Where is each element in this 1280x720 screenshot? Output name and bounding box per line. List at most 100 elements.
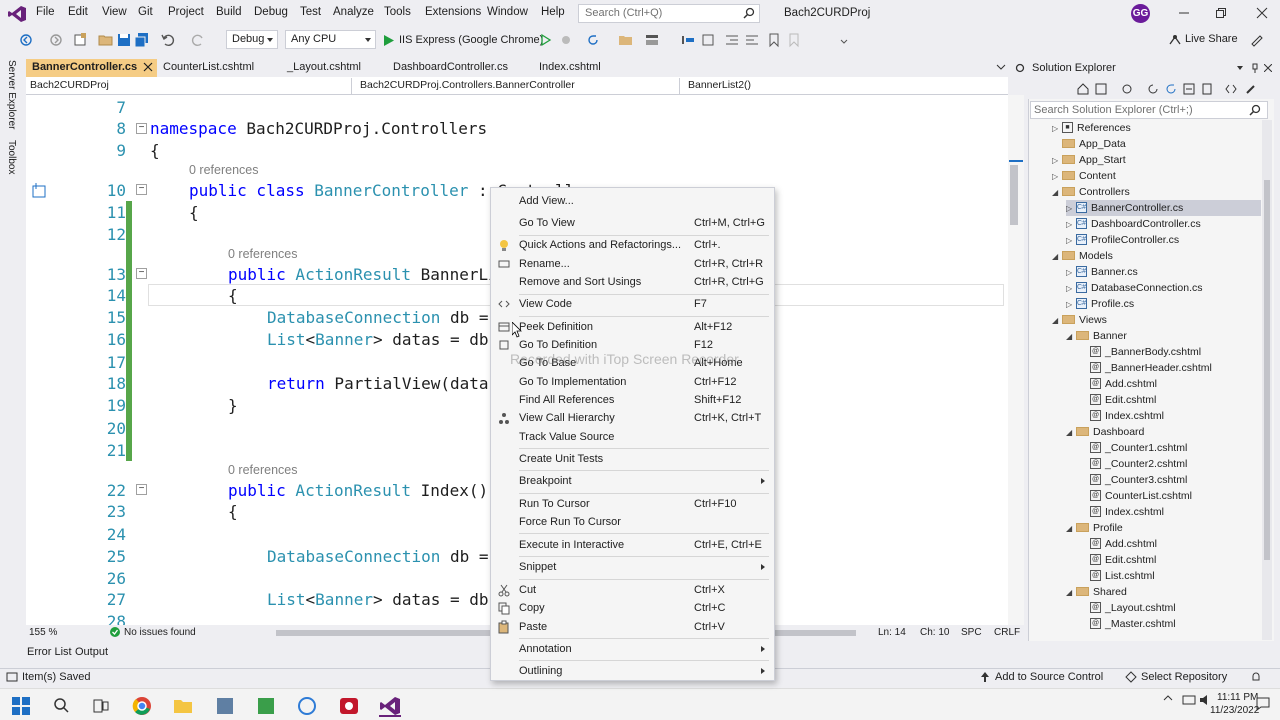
menu-item-view-call-hierarchy[interactable]: View Call Hierarchy Ctrl+K, Ctrl+T <box>491 409 774 427</box>
tree-item-profile-folder[interactable]: ◢ Profile <box>1066 520 1123 536</box>
add-to-source-control[interactable]: Add to Source Control <box>995 671 1103 683</box>
collapse-toggle[interactable]: − <box>136 484 147 495</box>
menu-project[interactable]: Project <box>168 6 204 18</box>
solution-search-input[interactable]: Search Solution Explorer (Ctrl+;) <box>1030 101 1268 119</box>
screen-recorder-icon[interactable] <box>338 695 360 717</box>
tree-item-bannerbody[interactable]: @ _BannerBody.cshtml <box>1090 344 1201 360</box>
platform-dropdown[interactable]: Any CPU <box>285 30 376 49</box>
tree-item-app-start[interactable]: ▷ App_Start <box>1052 152 1126 168</box>
notification-center-icon[interactable] <box>1256 697 1270 711</box>
editor-vertical-scrollbar[interactable] <box>1008 95 1024 625</box>
new-project-icon[interactable] <box>72 32 88 48</box>
network-icon[interactable] <box>1182 694 1196 706</box>
task-view-icon[interactable] <box>90 695 112 717</box>
menu-item-rename[interactable]: Rename... Ctrl+R, Ctrl+R <box>491 255 774 273</box>
toolbar-overflow-icon[interactable] <box>836 32 852 48</box>
tree-item-banner-controller[interactable]: ▷ C# BannerController.cs <box>1066 200 1261 216</box>
tree-item-dashboard-controller[interactable]: ▷ C# DashboardController.cs <box>1066 216 1201 232</box>
show-all-files-icon[interactable] <box>1200 82 1214 96</box>
menu-item-create-unit-tests[interactable]: Create Unit Tests <box>491 450 774 468</box>
properties-icon[interactable] <box>1244 82 1258 96</box>
collapse-toggle[interactable]: − <box>136 123 147 134</box>
save-icon[interactable] <box>116 32 132 48</box>
chrome-icon[interactable] <box>131 695 153 717</box>
sync-icon[interactable] <box>1146 82 1160 96</box>
tree-item-controllers[interactable]: ◢ Controllers <box>1052 184 1130 200</box>
menu-item-paste[interactable]: Paste Ctrl+V <box>491 618 774 636</box>
bookmark-icon[interactable] <box>766 32 782 48</box>
line-ending[interactable]: CRLF <box>994 627 1020 638</box>
menu-tools[interactable]: Tools <box>384 6 411 18</box>
tree-item-shared-master[interactable]: @ _Master.cshtml <box>1090 616 1176 632</box>
avatar[interactable]: GG <box>1131 4 1150 23</box>
menu-item-view-code[interactable]: View Code F7 <box>491 295 774 313</box>
menu-test[interactable]: Test <box>300 6 321 18</box>
tree-item-bannerheader[interactable]: @ _BannerHeader.cshtml <box>1090 360 1212 376</box>
menu-analyze[interactable]: Analyze <box>333 6 374 18</box>
codelens-references[interactable]: 0 references <box>189 163 258 177</box>
tab-dashboard-controller[interactable]: DashboardController.cs <box>387 59 514 77</box>
attach-icon[interactable] <box>558 32 574 48</box>
tree-item-shared-folder[interactable]: ◢ Shared <box>1066 584 1127 600</box>
select-repository[interactable]: Select Repository <box>1141 671 1227 683</box>
forward-icon[interactable] <box>48 32 64 48</box>
scroll-thumb[interactable] <box>1264 180 1270 560</box>
menu-extensions[interactable]: Extensions <box>425 6 481 18</box>
tree-item-references[interactable]: ▷ ■ References <box>1052 120 1131 136</box>
tree-item-profile-list[interactable]: @ List.cshtml <box>1090 568 1155 584</box>
settings-icon[interactable] <box>1014 62 1026 74</box>
menu-item-force-run-to-cursor[interactable]: Force Run To Cursor <box>491 513 774 531</box>
undo-icon[interactable] <box>160 32 176 48</box>
collapse-all-icon[interactable] <box>1182 82 1196 96</box>
menu-item-remove-sort-usings[interactable]: Remove and Sort Usings Ctrl+R, Ctrl+G <box>491 273 774 291</box>
codelens-references[interactable]: 0 references <box>228 247 297 261</box>
tree-item-banner-add[interactable]: @ Add.cshtml <box>1090 376 1157 392</box>
tab-index[interactable]: Index.cshtml <box>533 59 607 77</box>
menu-edit[interactable]: Edit <box>68 6 88 18</box>
server-explorer-tab[interactable]: Server Explorer <box>6 60 17 129</box>
menu-item-snippet[interactable]: Snippet <box>491 558 774 576</box>
tree-item-counter3[interactable]: @ _Counter3.cshtml <box>1090 472 1187 488</box>
app-icon[interactable] <box>255 695 277 717</box>
class-dropdown[interactable]: Bach2CURDProj.Controllers.BannerControll… <box>356 78 680 94</box>
menu-file[interactable]: File <box>36 6 55 18</box>
tab-error-list[interactable]: Error List <box>27 646 72 658</box>
quick-action-icon[interactable] <box>32 183 46 199</box>
solution-explorer-scrollbar[interactable] <box>1262 120 1272 640</box>
tab-banner-controller[interactable]: BannerController.cs <box>26 59 157 77</box>
menu-item-breakpoint[interactable]: Breakpoint <box>491 472 774 490</box>
menu-item-go-to-implementation[interactable]: Go To Implementation Ctrl+F12 <box>491 373 774 391</box>
notifications-icon[interactable] <box>1250 671 1262 683</box>
file-explorer-icon[interactable] <box>172 695 194 717</box>
menu-item-outlining[interactable]: Outlining <box>491 662 774 680</box>
codelens-references[interactable]: 0 references <box>228 463 297 477</box>
menu-git[interactable]: Git <box>138 6 153 18</box>
pin-icon[interactable] <box>1250 63 1260 73</box>
menu-item-annotation[interactable]: Annotation <box>491 640 774 658</box>
app-icon[interactable] <box>214 695 236 717</box>
toolbox-tab[interactable]: Toolbox <box>6 140 17 174</box>
menu-item-execute-in-interactive[interactable]: Execute in Interactive Ctrl+E, Ctrl+E <box>491 536 774 554</box>
tab-layout[interactable]: _Layout.cshtml <box>281 59 367 77</box>
tree-item-profile-controller[interactable]: ▷ C# ProfileController.cs <box>1066 232 1179 248</box>
prev-bookmark-icon[interactable] <box>786 32 802 48</box>
comment-icon[interactable] <box>744 32 760 48</box>
layout-icon[interactable] <box>644 32 660 48</box>
tree-item-app-data[interactable]: App_Data <box>1052 136 1126 152</box>
back-icon[interactable] <box>18 32 34 48</box>
tree-item-counter2[interactable]: @ _Counter2.cshtml <box>1090 456 1187 472</box>
search-input[interactable]: Search (Ctrl+Q) <box>578 4 760 23</box>
tree-item-shared-layout[interactable]: @ _Layout.cshtml <box>1090 600 1176 616</box>
save-all-icon[interactable] <box>134 32 150 48</box>
windows-start-icon[interactable] <box>10 695 32 717</box>
tree-item-banner-edit[interactable]: @ Edit.cshtml <box>1090 392 1156 408</box>
project-dropdown[interactable]: Bach2CURDProj <box>26 78 352 94</box>
menu-item-add-view[interactable]: Add View... <box>491 192 774 210</box>
feedback-icon[interactable] <box>1249 32 1265 48</box>
restore-icon[interactable] <box>1214 6 1228 20</box>
run-button[interactable]: IIS Express (Google Chrome) <box>384 31 543 49</box>
collapse-toggle[interactable]: − <box>136 268 147 279</box>
tab-output[interactable]: Output <box>75 646 108 658</box>
tree-item-banner-cs[interactable]: ▷ C# Banner.cs <box>1066 264 1138 280</box>
close-tab-icon[interactable] <box>143 62 153 72</box>
